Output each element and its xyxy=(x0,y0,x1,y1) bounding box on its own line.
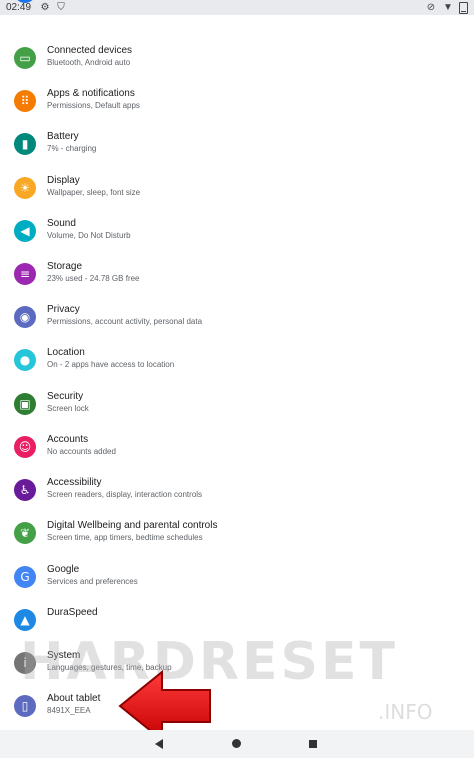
setting-subtitle: Volume, Do Not Disturb xyxy=(47,231,131,240)
setting-title: Accessibility xyxy=(47,477,102,488)
setting-subtitle: Screen lock xyxy=(47,404,89,413)
setting-item[interactable]: ▭ Connected devices Bluetooth, Android aut… xyxy=(0,38,474,81)
setting-item[interactable]: ❦ Digital Wellbeing and parental controls… xyxy=(0,513,474,556)
setting-item[interactable]: ≡ Storage 23% used - 24.78 GB free xyxy=(0,254,474,297)
account-icon: ☺ xyxy=(14,436,36,458)
setting-title: Connected devices xyxy=(47,45,133,56)
location-icon: ● xyxy=(14,349,36,371)
setting-subtitle: On - 2 apps have access to location xyxy=(47,360,175,369)
setting-subtitle: 23% used - 24.78 GB free xyxy=(47,274,140,283)
setting-subtitle: Wallpaper, sleep, font size xyxy=(47,188,141,197)
brightness-icon: ☀ xyxy=(14,177,36,199)
setting-item[interactable]: ▲ DuraSpeed xyxy=(0,600,474,643)
setting-title: Security xyxy=(47,391,84,402)
setting-subtitle: Services and preferences xyxy=(47,577,138,586)
setting-title: Sound xyxy=(47,218,76,229)
setting-item[interactable]: ▣ Security Screen lock xyxy=(0,384,474,427)
setting-item[interactable]: G Google Services and preferences xyxy=(0,557,474,600)
setting-subtitle: Bluetooth, Android auto xyxy=(47,58,131,67)
setting-item[interactable]: ◉ Privacy Permissions, account activity, p… xyxy=(0,297,474,340)
setting-title: Google xyxy=(47,564,80,575)
google-icon: G xyxy=(14,566,36,588)
setting-subtitle: 7% - charging xyxy=(47,144,97,153)
setting-item[interactable]: ◀ Sound Volume, Do Not Disturb xyxy=(0,211,474,254)
setting-item[interactable]: i System Languages, gestures, time, backup xyxy=(0,643,474,686)
setting-subtitle: No accounts added xyxy=(47,447,116,456)
battery-icon: ▮ xyxy=(14,133,36,155)
devices-icon: ▭ xyxy=(14,47,36,69)
setting-title: Battery xyxy=(47,131,79,142)
info-icon: i xyxy=(14,652,36,674)
accessibility-icon: ♿ xyxy=(14,479,36,501)
wellbeing-icon: ❦ xyxy=(14,522,36,544)
setting-title: Display xyxy=(47,175,80,186)
setting-item[interactable]: ● Location On - 2 apps have access to loca… xyxy=(0,340,474,383)
setting-title: DuraSpeed xyxy=(47,607,98,618)
setting-item[interactable]: ☀ Display Wallpaper, sleep, font size xyxy=(0,168,474,211)
setting-subtitle: 8491X_EEA xyxy=(47,706,91,715)
setting-title: Privacy xyxy=(47,304,80,315)
eye-icon: ◉ xyxy=(14,306,36,328)
setting-title: System xyxy=(47,650,81,661)
setting-subtitle: Screen readers, display, interaction con… xyxy=(47,490,203,499)
apps-icon: ⠿ xyxy=(14,90,36,112)
navigation-bar xyxy=(0,730,474,758)
setting-item[interactable]: ☺ Accounts No accounts added xyxy=(0,427,474,470)
setting-item[interactable]: ▮ Battery 7% - charging xyxy=(0,124,474,167)
setting-title: Storage xyxy=(47,261,83,272)
back-icon[interactable] xyxy=(155,739,163,749)
setting-subtitle: Screen time, app timers, bedtime schedul… xyxy=(47,533,203,542)
setting-item[interactable]: ⠿ Apps & notifications Permissions, Defaul… xyxy=(0,81,474,124)
setting-title: Location xyxy=(47,347,85,358)
recents-icon[interactable] xyxy=(309,740,317,748)
setting-title: About tablet xyxy=(47,693,101,704)
rocket-icon: ▲ xyxy=(14,609,36,631)
lock-icon: ▣ xyxy=(14,393,36,415)
tablet-icon: ▯ xyxy=(14,695,36,717)
setting-item[interactable]: ◆Wi-Fi and data usage xyxy=(0,0,474,30)
network-icon: ◆ xyxy=(14,0,36,3)
watermark-suffix: .INFO xyxy=(378,700,433,724)
setting-title: Accounts xyxy=(47,434,89,445)
setting-title: Apps & notifications xyxy=(47,88,135,99)
setting-title: Digital Wellbeing and parental controls xyxy=(47,520,218,531)
storage-icon: ≡ xyxy=(14,263,36,285)
home-icon[interactable] xyxy=(232,739,241,748)
setting-subtitle: Permissions, account activity, personal … xyxy=(47,317,203,326)
setting-item[interactable]: ♿ Accessibility Screen readers, display, i… xyxy=(0,470,474,513)
volume-icon: ◀ xyxy=(14,220,36,242)
setting-subtitle: Permissions, Default apps xyxy=(47,101,140,110)
